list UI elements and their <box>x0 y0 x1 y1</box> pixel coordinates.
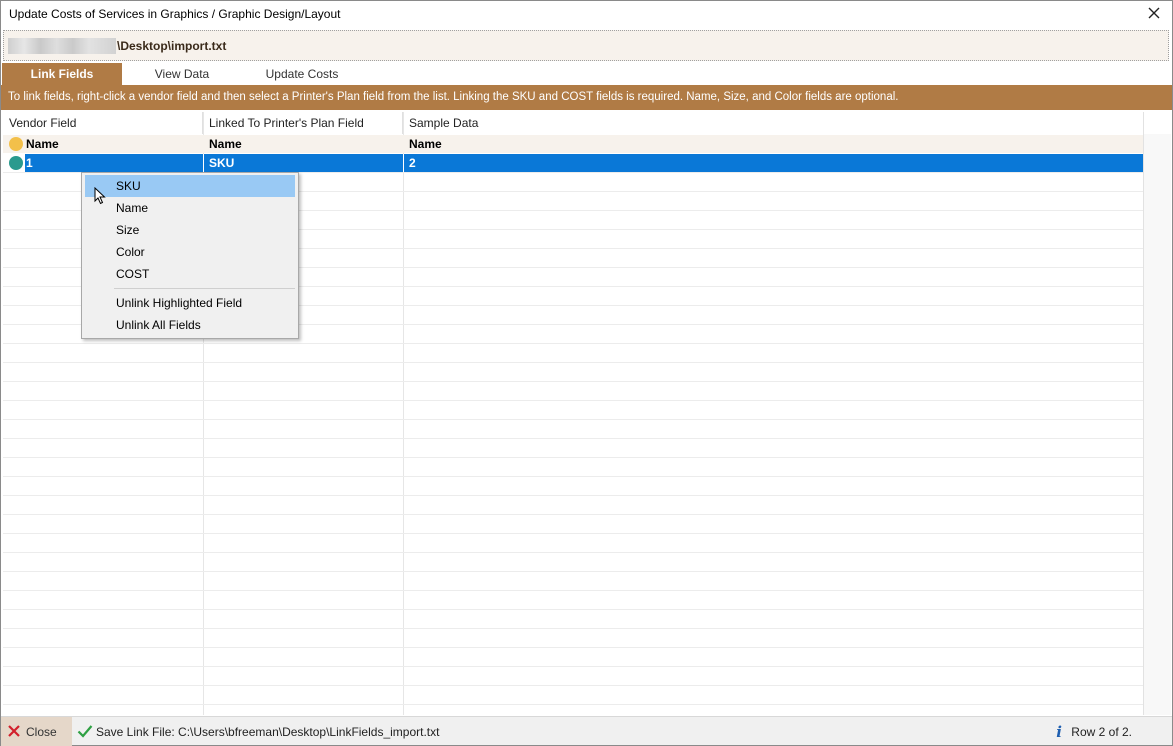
status-dot-icon <box>9 156 23 170</box>
grid-line <box>3 457 1143 458</box>
redacted-path-segment <box>8 38 116 54</box>
grid-line <box>3 647 1143 648</box>
menu-item-name[interactable]: Name <box>85 197 295 219</box>
context-menu: SKU Name Size Color COST Unlink Highligh… <box>81 172 299 339</box>
dialog-window: Update Costs of Services in Graphics / G… <box>0 0 1173 746</box>
tab-strip: Link Fields View Data Update Costs <box>1 63 1172 85</box>
tab-update-costs[interactable]: Update Costs <box>241 63 363 85</box>
column-divider <box>403 112 404 715</box>
mouse-pointer-icon <box>94 187 106 205</box>
row-indicator: i Row 2 of 2. <box>1056 717 1132 746</box>
grid-line <box>3 590 1143 591</box>
close-button-label: Close <box>26 725 57 739</box>
menu-item-color[interactable]: Color <box>85 241 295 263</box>
save-link-file-label: Save Link File: C:\Users\bfreeman\Deskto… <box>96 725 440 739</box>
column-header-sample-data[interactable]: Sample Data <box>403 112 1143 134</box>
scrollbar-header-stub <box>1144 112 1172 134</box>
linked-field-cell[interactable]: SKU <box>209 154 403 172</box>
tab-link-fields[interactable]: Link Fields <box>2 63 122 85</box>
grid-line <box>3 628 1143 629</box>
close-icon <box>8 725 20 737</box>
grid-line <box>3 685 1143 686</box>
status-bar: Close Save Link File: C:\Users\bfreeman\… <box>1 716 1172 746</box>
menu-item-unlink-highlighted[interactable]: Unlink Highlighted Field <box>85 292 295 314</box>
menu-item-unlink-all[interactable]: Unlink All Fields <box>85 314 295 336</box>
column-header-vendor-field[interactable]: Vendor Field <box>3 112 203 134</box>
status-dot-icon <box>9 137 23 151</box>
menu-item-size[interactable]: Size <box>85 219 295 241</box>
sample-data-cell[interactable]: 2 <box>409 154 1143 172</box>
title-bar: Update Costs of Services in Graphics / G… <box>1 1 1172 29</box>
menu-item-sku[interactable]: SKU <box>85 175 295 197</box>
grid-line <box>3 704 1143 705</box>
grid-line <box>3 552 1143 553</box>
file-path: \Desktop\import.txt <box>117 39 227 53</box>
row-status-text: Row 2 of 2. <box>1071 725 1132 739</box>
instructions-banner: To link fields, right-click a vendor fie… <box>1 85 1172 110</box>
checkmark-icon <box>77 725 93 738</box>
grid-line <box>3 438 1143 439</box>
info-icon: i <box>1056 723 1062 741</box>
grid-line <box>3 609 1143 610</box>
grid-line <box>3 476 1143 477</box>
table-row-selected[interactable]: 1 SKU 2 <box>3 154 1143 172</box>
grid-line <box>3 495 1143 496</box>
column-header-linked-field[interactable]: Linked To Printer's Plan Field <box>203 112 403 134</box>
grid-line <box>3 362 1143 363</box>
grid-line <box>3 666 1143 667</box>
cell-divider <box>203 154 204 172</box>
file-path-bar: \Desktop\import.txt <box>3 30 1169 61</box>
table-row[interactable]: Name Name Name <box>3 135 1143 153</box>
grid-line <box>3 400 1143 401</box>
tab-view-data[interactable]: View Data <box>123 63 241 85</box>
vendor-field-cell[interactable]: 1 <box>26 154 203 172</box>
cell-divider <box>403 154 404 172</box>
grid-line <box>3 571 1143 572</box>
menu-separator <box>114 288 295 289</box>
linked-field-cell[interactable]: Name <box>209 135 403 153</box>
grid-line <box>3 419 1143 420</box>
menu-item-cost[interactable]: COST <box>85 263 295 285</box>
grid-line <box>3 533 1143 534</box>
vendor-field-cell[interactable]: Name <box>26 135 203 153</box>
grid-line <box>3 343 1143 344</box>
grid-line <box>3 381 1143 382</box>
vertical-scrollbar[interactable] <box>1143 112 1172 715</box>
window-title: Update Costs of Services in Graphics / G… <box>9 7 341 21</box>
close-button[interactable]: Close <box>1 717 72 746</box>
sample-data-cell[interactable]: Name <box>409 135 1143 153</box>
close-window-icon[interactable] <box>1146 5 1162 21</box>
grid-line <box>3 514 1143 515</box>
